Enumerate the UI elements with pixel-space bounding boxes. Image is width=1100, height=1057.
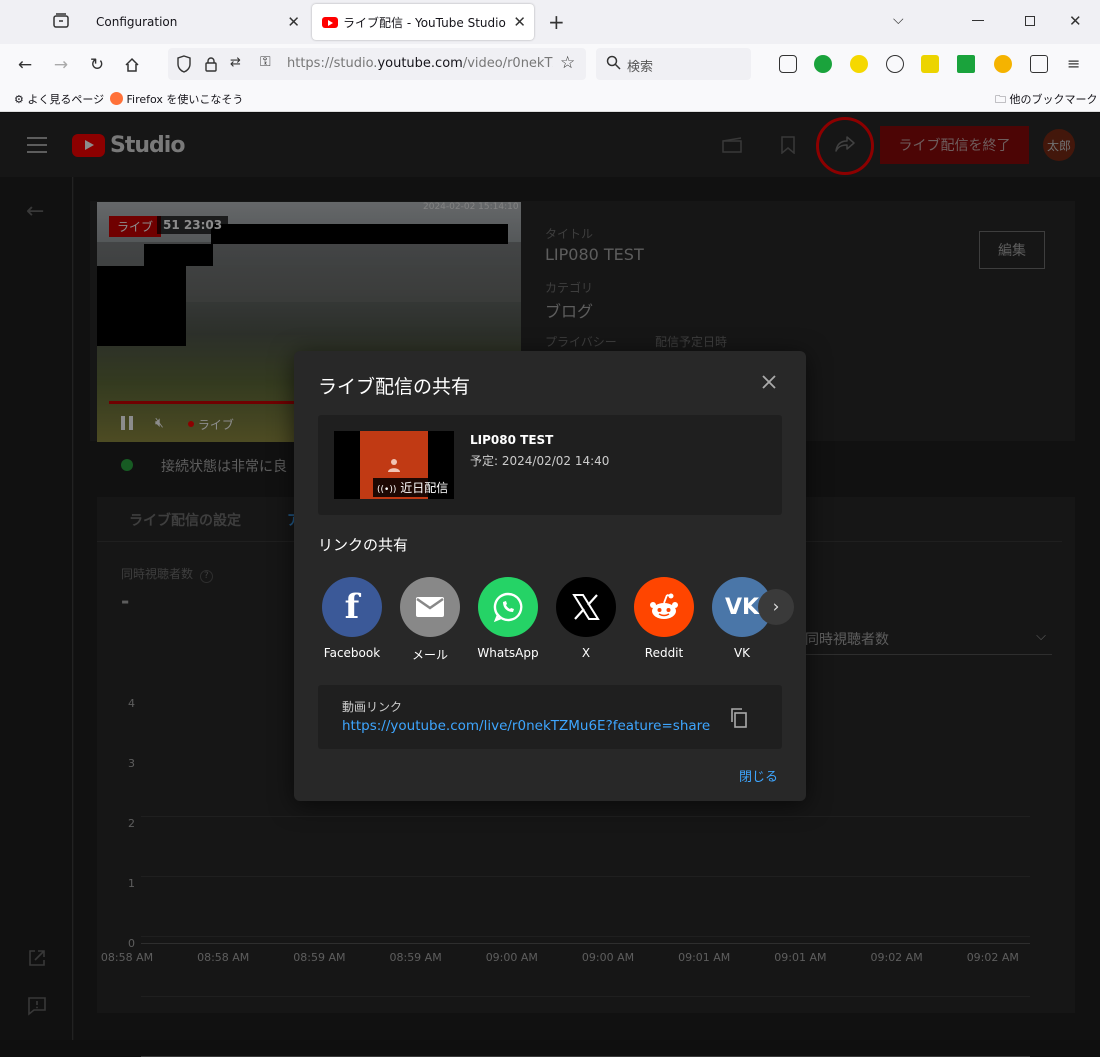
close-icon[interactable]: ✕ <box>513 13 526 31</box>
tab-list-icon[interactable] <box>52 12 70 30</box>
gear-icon: ⚙ <box>14 93 24 106</box>
share-whatsapp[interactable]: WhatsApp <box>477 577 539 660</box>
menu-icon[interactable]: ≡ <box>1067 54 1080 73</box>
youtube-favicon-icon <box>322 16 338 28</box>
browser-tab-bar: Configuration ✕ ライブ配信 - YouTube Studio ✕… <box>0 0 1100 44</box>
whatsapp-icon <box>478 577 538 637</box>
forward-icon[interactable]: → <box>50 54 72 76</box>
share-label: Reddit <box>644 646 684 660</box>
dialog-title: ライブ配信の共有 <box>318 376 471 398</box>
share-x[interactable]: X <box>556 577 616 660</box>
upcoming-badge: ((•)) 近日配信 <box>373 478 453 497</box>
share-label: WhatsApp <box>477 646 539 660</box>
new-tab-button[interactable]: + <box>548 10 565 34</box>
video-link-label: 動画リンク <box>342 700 403 714</box>
extension-translate-icon[interactable] <box>921 55 939 73</box>
copy-icon[interactable] <box>730 708 748 732</box>
close-icon[interactable] <box>760 373 778 395</box>
shield-icon[interactable] <box>176 55 192 77</box>
url-path: /video/r0nekTZM <box>462 56 553 71</box>
bookmark-firefox[interactable]: Firefox を使いこなそう <box>110 91 243 107</box>
share-label: X <box>581 646 591 660</box>
bookmark-label: 他のブックマーク <box>1009 93 1098 106</box>
address-bar[interactable]: ⇄ ⚿ https://studio.youtube.com/video/r0n… <box>168 48 586 80</box>
tab-title: ライブ配信 - YouTube Studio <box>343 15 506 30</box>
lock-icon[interactable] <box>204 56 218 76</box>
bookmark-star-icon[interactable]: ☆ <box>560 53 575 73</box>
extension-check-green-icon[interactable] <box>814 55 832 73</box>
person-icon <box>388 457 400 476</box>
extensions-puzzle-icon[interactable] <box>1030 55 1048 73</box>
video-title: LIP080 TEST <box>470 433 554 447</box>
url-domain: youtube.com <box>377 56 463 71</box>
upcoming-badge-text: 近日配信 <box>400 481 449 495</box>
video-summary-card: ((•)) 近日配信 LIP080 TEST 予定: 2024/02/02 14… <box>318 415 782 515</box>
video-link-url[interactable]: https://youtube.com/live/r0nekTZMu6E?fea… <box>342 718 710 734</box>
video-schedule: 予定: 2024/02/02 14:40 <box>470 454 610 468</box>
broadcast-icon: ((•)) <box>377 485 397 495</box>
share-label: メール <box>411 648 448 662</box>
search-placeholder: 検索 <box>627 60 654 75</box>
share-label: Facebook <box>323 646 381 660</box>
share-dialog: ライブ配信の共有 ((•)) 近日配信 LIP080 TEST 予定: 2024… <box>294 351 806 801</box>
maximize-button[interactable] <box>1025 16 1035 26</box>
extension-headphone-icon[interactable] <box>994 55 1012 73</box>
firefox-icon <box>110 92 123 105</box>
chevron-right-icon[interactable]: › <box>758 589 794 625</box>
extension-checkbox-green-icon[interactable] <box>957 55 975 73</box>
reddit-icon <box>634 577 694 637</box>
tab-configuration[interactable]: Configuration ✕ <box>86 4 308 40</box>
extension-magnifier-yellow-icon[interactable] <box>850 55 868 73</box>
share-label: VK <box>733 646 751 660</box>
bookmark-other[interactable]: 🗀 他のブックマーク <box>995 91 1098 110</box>
reload-icon[interactable]: ↻ <box>86 54 108 76</box>
close-icon[interactable]: ✕ <box>287 13 300 31</box>
url-text: https://studio.youtube.com/video/r0nekTZ… <box>287 56 553 71</box>
bookmark-label: Firefox を使いこなそう <box>126 93 244 106</box>
x-icon <box>556 577 616 637</box>
bookmark-most-visited[interactable]: ⚙ よく見るページ <box>14 91 104 107</box>
bookmark-label: よく見るページ <box>27 93 105 106</box>
bookmarks-bar: ⚙ よく見るページ Firefox を使いこなそう 🗀 他のブックマーク <box>0 86 1100 112</box>
tab-title: Configuration <box>96 15 178 29</box>
share-facebook[interactable]: f Facebook <box>322 577 382 660</box>
back-icon[interactable]: ← <box>14 54 36 76</box>
mail-icon <box>400 577 460 637</box>
account-icon[interactable] <box>886 55 904 73</box>
pocket-icon[interactable] <box>779 55 797 73</box>
home-icon[interactable] <box>121 54 143 76</box>
share-section-title: リンクの共有 <box>318 536 409 554</box>
permissions-icon[interactable]: ⇄ <box>230 55 241 70</box>
video-thumbnail: ((•)) 近日配信 <box>334 431 454 499</box>
window-close-button[interactable]: ✕ <box>1069 12 1082 30</box>
search-icon <box>606 55 621 74</box>
url-prefix: https://studio. <box>287 56 378 71</box>
close-button[interactable]: 閉じる <box>739 766 778 785</box>
facebook-icon: f <box>322 577 382 637</box>
share-mail[interactable]: メール <box>400 577 460 663</box>
video-link-box: 動画リンク https://youtube.com/live/r0nekTZMu… <box>318 685 782 749</box>
search-input[interactable]: 検索 <box>596 48 751 80</box>
key-icon[interactable]: ⚿ <box>260 54 271 70</box>
minimize-button[interactable] <box>972 20 984 21</box>
tab-youtube-studio[interactable]: ライブ配信 - YouTube Studio ✕ <box>312 4 534 40</box>
share-reddit[interactable]: Reddit <box>634 577 694 660</box>
tab-overflow-icon[interactable]: ⌵ <box>893 12 904 28</box>
folder-icon: 🗀 <box>995 93 1006 106</box>
